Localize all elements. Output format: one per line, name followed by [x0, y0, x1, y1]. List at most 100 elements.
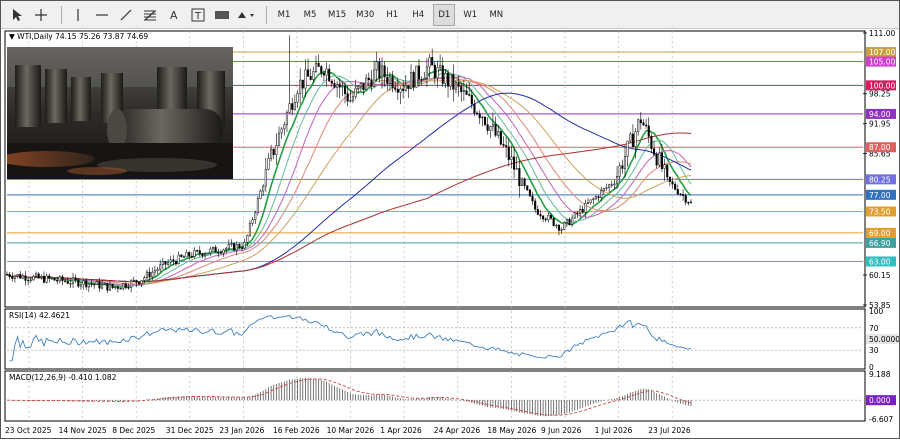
candle-body	[494, 124, 497, 136]
candle-body	[404, 85, 407, 91]
candle-body	[515, 168, 518, 170]
candle-body	[602, 188, 605, 191]
timeframe-m30[interactable]: M30	[353, 4, 377, 26]
vertical-line-icon[interactable]	[68, 4, 88, 26]
candle-body	[544, 218, 547, 221]
trend-line-icon[interactable]	[116, 4, 136, 26]
candle-body	[93, 283, 96, 286]
candle-body	[13, 275, 16, 279]
fibonacci-icon[interactable]	[140, 4, 160, 26]
candle-body	[528, 189, 531, 197]
candle-body	[526, 185, 529, 191]
candle-body	[206, 252, 209, 255]
rsi-indicator: 1007050.0000300	[7, 307, 900, 372]
candle-body	[370, 79, 373, 87]
candle-body	[491, 124, 494, 127]
candle-body	[127, 287, 130, 289]
candle-body	[87, 283, 90, 288]
candle-body	[518, 168, 521, 186]
candle-body	[626, 140, 629, 157]
candle-body	[95, 281, 98, 285]
candle-body	[476, 112, 479, 115]
candle-body	[277, 132, 281, 146]
timeframe-d1[interactable]: D1	[433, 3, 456, 26]
text-label-icon[interactable]: T	[188, 4, 208, 26]
candle-body	[444, 73, 447, 84]
candle-body	[77, 279, 80, 287]
candle-body	[338, 84, 341, 88]
timeframe-h1[interactable]: H1	[381, 4, 403, 26]
candle-body	[24, 275, 27, 281]
candle-body	[233, 243, 236, 251]
candle-body	[243, 242, 246, 249]
horizontal-line-icon[interactable]	[92, 4, 112, 26]
candle-body	[79, 284, 82, 287]
timeframe-h4[interactable]: H4	[407, 4, 429, 26]
candle-body	[499, 131, 502, 145]
level-label: 66.90	[869, 239, 891, 248]
svg-text:A: A	[170, 9, 178, 22]
candle-body	[365, 77, 368, 90]
candle-body	[32, 275, 35, 281]
candle-body	[190, 255, 193, 258]
timeframe-mn[interactable]: MN	[485, 4, 507, 26]
candle-body	[652, 148, 656, 155]
level-label: 105.00	[869, 58, 895, 67]
candle-body	[330, 80, 333, 84]
candle-body	[114, 286, 117, 289]
candle-body	[140, 280, 143, 285]
candle-body	[468, 94, 471, 96]
candle-body	[328, 68, 331, 82]
rsi-axis-label: 100	[869, 307, 884, 316]
candle-body	[629, 133, 632, 142]
macd-axis-label: -6.607	[869, 415, 893, 424]
candle-body	[505, 145, 508, 147]
level-label: 87.00	[869, 143, 891, 152]
candle-body	[307, 69, 310, 77]
candle-body	[45, 275, 48, 283]
candle-body	[597, 196, 600, 199]
candle-body	[441, 65, 444, 84]
rectangle-icon[interactable]	[212, 4, 232, 26]
candle-body	[225, 247, 228, 251]
macd-indicator: 9.188 0.000 -6.607	[7, 370, 896, 424]
candle-body	[486, 124, 489, 131]
crosshair-icon[interactable]	[31, 4, 51, 26]
cursor-icon[interactable]	[7, 4, 27, 26]
candle-body	[204, 253, 207, 257]
candle-body	[465, 90, 468, 95]
date-axis-label: 1 Apr 2026	[380, 426, 422, 435]
candle-body	[98, 281, 101, 289]
candle-body	[375, 61, 378, 71]
candle-body	[380, 65, 384, 79]
chart-area[interactable]: 111.00 98.25 91.95 85.65 60.15 53.85 107.00 10…	[1, 29, 900, 439]
candle-body	[293, 102, 296, 110]
text-icon[interactable]: A	[164, 4, 184, 26]
candle-body	[645, 124, 648, 127]
timeframe-m15[interactable]: M15	[325, 4, 349, 26]
date-axis-label: 14 Nov 2025	[59, 426, 107, 435]
candle-body	[431, 57, 434, 66]
candle-body	[37, 273, 40, 279]
timeframe-w1[interactable]: W1	[459, 4, 481, 26]
candle-body	[396, 88, 399, 93]
candle-body	[439, 65, 442, 68]
candle-body	[605, 187, 608, 189]
candle-body	[248, 223, 252, 236]
candle-body	[549, 215, 553, 219]
candle-body	[153, 270, 156, 273]
oil-barrels-photo	[7, 47, 233, 179]
timeframe-m5[interactable]: M5	[299, 4, 321, 26]
candle-body	[573, 212, 576, 219]
candle-body	[399, 88, 402, 93]
candle-body	[219, 252, 222, 254]
candle-body	[336, 84, 339, 88]
candle-body	[557, 224, 560, 231]
candle-body	[523, 178, 526, 187]
timeframe-m1[interactable]: M1	[273, 4, 295, 26]
candle-body	[159, 264, 162, 270]
candle-body	[679, 193, 682, 196]
objects-dropdown-icon[interactable]	[236, 4, 256, 26]
candle-body	[214, 246, 217, 253]
candle-body	[135, 279, 138, 283]
